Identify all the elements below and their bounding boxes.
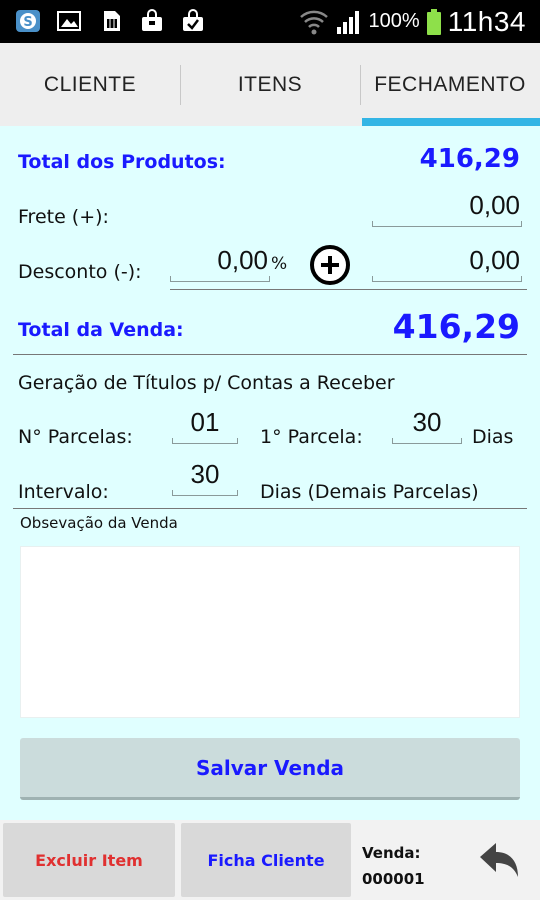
- desconto-value-input[interactable]: 0,00: [372, 245, 522, 282]
- dias-label: Dias: [472, 426, 514, 448]
- bag-check-icon: [183, 9, 203, 31]
- clock: 11h34: [447, 5, 526, 37]
- frete-label: Frete (+):: [18, 206, 109, 228]
- sale-number-label: Venda:: [362, 844, 421, 862]
- total-produtos-value: 416,29: [419, 144, 520, 174]
- skype-icon: S: [16, 10, 40, 32]
- frete-input[interactable]: 0,00: [372, 190, 522, 227]
- parcelas-input[interactable]: 01: [172, 407, 238, 444]
- desconto-label: Desconto (-):: [18, 261, 142, 283]
- desconto-percent-input[interactable]: 0,00: [170, 245, 270, 282]
- percent-sign: %: [271, 254, 288, 274]
- image-icon: [57, 11, 81, 31]
- sale-number: Venda: 000001: [362, 840, 425, 892]
- intervalo-label: Intervalo:: [18, 481, 109, 503]
- back-arrow-icon[interactable]: [470, 835, 526, 885]
- sale-number-value: 000001: [362, 870, 425, 888]
- svg-text:S: S: [23, 15, 32, 30]
- add-discount-icon[interactable]: [310, 245, 350, 285]
- save-sale-button[interactable]: Salvar Venda: [20, 738, 520, 800]
- tab-fechamento[interactable]: FECHAMENTO: [360, 43, 540, 126]
- bag-icon: [142, 9, 162, 31]
- total-venda-label: Total da Venda:: [18, 319, 184, 341]
- intervalo-value: 30: [190, 459, 220, 489]
- parcelas-label: N° Parcelas:: [18, 426, 133, 448]
- primeira-parcela-value: 30: [412, 407, 442, 437]
- wifi-icon: [299, 10, 328, 34]
- observacao-label: Obsevação da Venda: [20, 514, 178, 532]
- delete-item-button[interactable]: Excluir Item: [3, 823, 175, 897]
- tab-cliente[interactable]: CLIENTE: [0, 43, 180, 126]
- sim-icon: [104, 11, 120, 31]
- primeira-parcela-input[interactable]: 30: [392, 407, 462, 444]
- frete-input-value: 0,00: [469, 190, 520, 220]
- fechamento-panel: Total dos Produtos: 416,29 Frete (+): 0,…: [0, 126, 540, 820]
- status-bar: S 100% 11h34: [0, 0, 540, 43]
- signal-icon: [336, 10, 359, 34]
- divider: [170, 289, 527, 290]
- desconto-percent-value: 0,00: [217, 245, 268, 275]
- total-venda-value: 416,29: [392, 307, 520, 346]
- parcelas-value: 01: [190, 407, 220, 437]
- tab-bar: CLIENTE ITENS FECHAMENTO: [0, 43, 540, 126]
- dias-demais-label: Dias (Demais Parcelas): [260, 481, 479, 503]
- divider: [13, 508, 527, 509]
- titulos-heading: Geração de Títulos p/ Contas a Receber: [18, 372, 395, 394]
- bottom-bar: Excluir Item Ficha Cliente Venda: 000001: [0, 820, 540, 900]
- primeira-parcela-label: 1° Parcela:: [260, 426, 363, 448]
- desconto-value: 0,00: [469, 245, 520, 275]
- observacao-textarea[interactable]: [20, 546, 520, 718]
- divider: [13, 354, 527, 355]
- client-record-button[interactable]: Ficha Cliente: [181, 823, 351, 897]
- tab-itens[interactable]: ITENS: [180, 43, 360, 126]
- battery-icon: [426, 8, 441, 35]
- intervalo-input[interactable]: 30: [172, 459, 238, 496]
- battery-percent: 100%: [368, 10, 420, 32]
- total-produtos-label: Total dos Produtos:: [18, 151, 226, 173]
